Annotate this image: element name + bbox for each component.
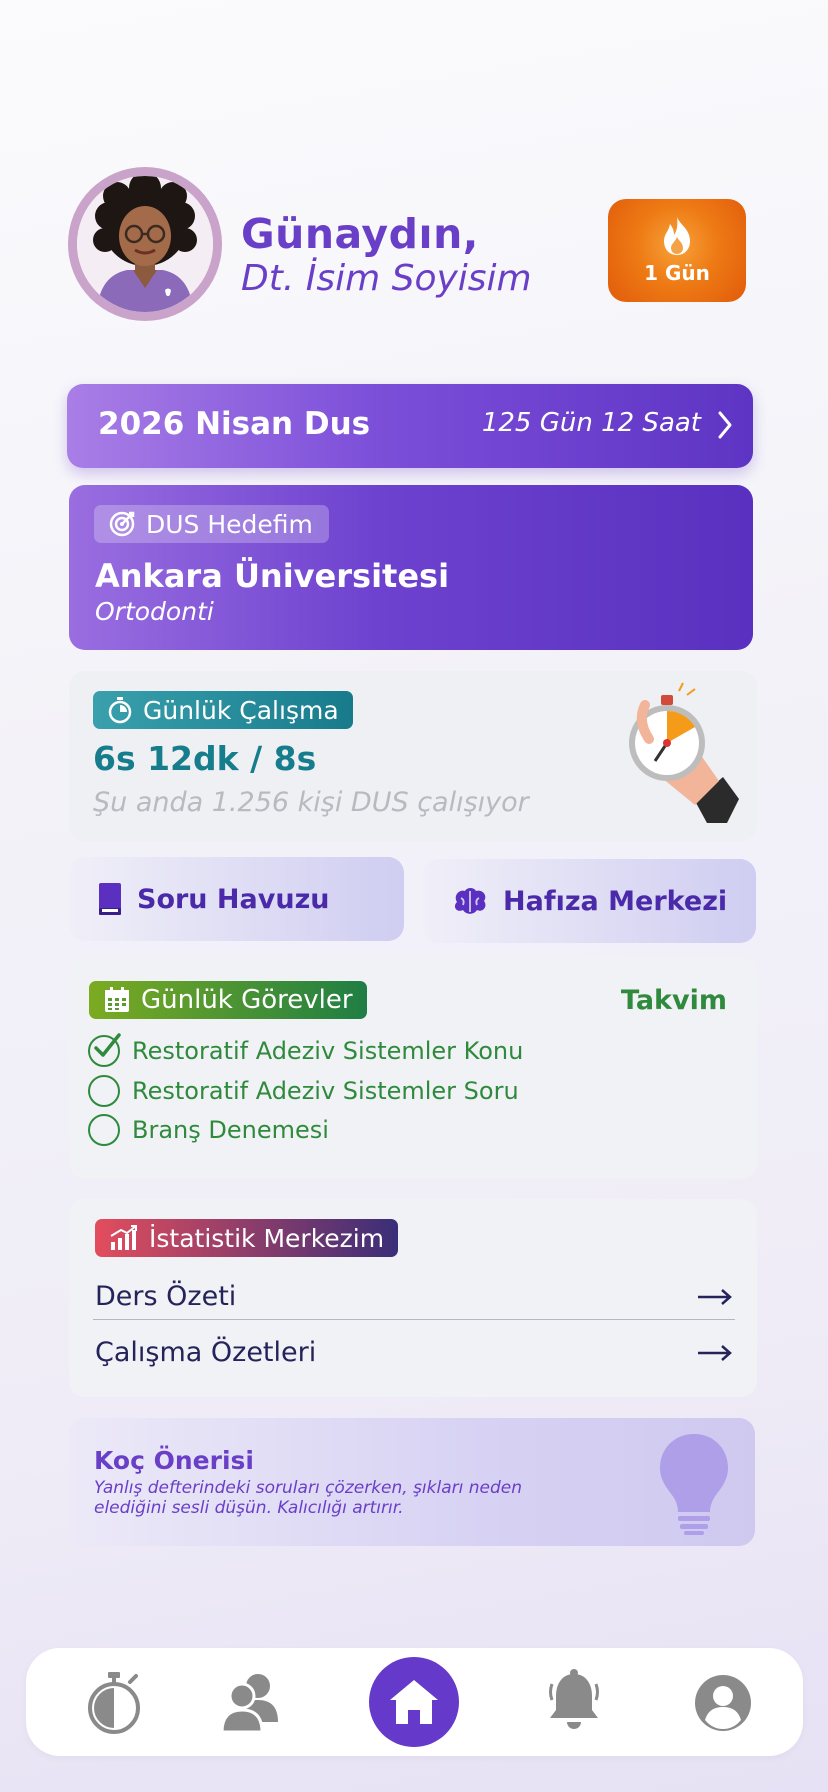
stats-pill: İstatistik Merkezim	[95, 1219, 399, 1257]
daily-tasks-card: Günlük Görevler Takvim Restoratif Adeziv…	[69, 957, 757, 1179]
checked-icon[interactable]	[88, 1033, 121, 1067]
brain-icon	[454, 888, 486, 914]
exam-countdown: 125 Gün 12 Saat	[481, 408, 701, 438]
target-icon	[109, 511, 135, 537]
coach-text: Yanlış defterindeki soruları çözerken, ş…	[94, 1478, 523, 1518]
lightbulb-icon	[660, 1434, 728, 1535]
task-label: Branş Denemesi	[132, 1116, 329, 1144]
timer-icon	[108, 697, 132, 724]
chart-icon	[110, 1225, 137, 1250]
target-university: Ankara Üniversitesi	[95, 557, 450, 595]
stats-row-study-summaries[interactable]: Çalışma Özetleri	[95, 1337, 733, 1368]
unchecked-icon[interactable]	[88, 1075, 120, 1107]
chevron-right-icon	[718, 411, 732, 439]
target-department: Ortodonti	[95, 597, 214, 626]
streak-badge[interactable]: 1 Gün	[608, 199, 746, 302]
avatar[interactable]	[68, 167, 222, 321]
task-item[interactable]: Restoratif Adeziv Sistemler Soru	[88, 1075, 519, 1107]
study-time: 6s 12dk / 8s	[93, 739, 317, 778]
book-icon	[99, 883, 121, 915]
users-icon	[220, 1674, 278, 1734]
task-label: Restoratif Adeziv Sistemler Konu	[132, 1037, 524, 1065]
exam-title: 2026 Nisan Dus	[98, 406, 371, 442]
daily-tasks-pill: Günlük Görevler	[89, 981, 367, 1019]
daily-study-pill: Günlük Çalışma	[93, 691, 353, 729]
bottom-nav	[26, 1648, 803, 1756]
flame-icon	[664, 217, 690, 255]
calendar-icon	[105, 987, 129, 1012]
arrow-right-icon	[698, 1344, 732, 1361]
task-item[interactable]: Branş Denemesi	[88, 1114, 329, 1146]
target-pill: DUS Hedefim	[94, 505, 329, 543]
greeting: Günaydın,	[241, 210, 479, 258]
target-pill-label: DUS Hedefim	[146, 509, 313, 539]
arrow-right-icon	[698, 1288, 732, 1305]
stats-card: İstatistik Merkezim Ders Özeti Çalışma Ö…	[69, 1199, 757, 1397]
avatar-illustration-icon	[77, 176, 213, 312]
target-card[interactable]: DUS Hedefim Ankara Üniversitesi Ortodont…	[69, 485, 753, 650]
streak-label: 1 Gün	[644, 261, 710, 285]
calendar-link[interactable]: Takvim	[621, 985, 727, 1016]
daily-tasks-pill-label: Günlük Görevler	[141, 985, 353, 1015]
nav-users[interactable]	[220, 1672, 280, 1738]
question-pool-label: Soru Havuzu	[137, 883, 330, 915]
memory-center-button[interactable]: Hafıza Merkezi	[423, 859, 756, 943]
divider	[93, 1319, 735, 1320]
coach-title: Koç Önerisi	[94, 1446, 254, 1475]
coach-tip-card: Koç Önerisi Yanlış defterindeki soruları…	[69, 1418, 755, 1546]
user-name: Dt. İsim Soyisim	[241, 258, 532, 299]
now-studying-count: Şu anda 1.256 kişi DUS çalışıyor	[93, 787, 529, 818]
stats-row-label: Ders Özeti	[95, 1281, 237, 1312]
stats-row-label: Çalışma Özetleri	[95, 1337, 317, 1368]
daily-study-card[interactable]: Günlük Çalışma 6s 12dk / 8s Şu anda 1.25…	[69, 671, 757, 841]
stats-pill-label: İstatistik Merkezim	[149, 1223, 385, 1253]
exam-countdown-banner[interactable]: 2026 Nisan Dus 125 Gün 12 Saat	[67, 384, 753, 468]
nav-notifications[interactable]	[546, 1668, 602, 1738]
stats-row-lesson-summary[interactable]: Ders Özeti	[95, 1281, 733, 1312]
profile-icon	[695, 1675, 751, 1731]
stopwatch-hand-icon	[629, 682, 739, 823]
stopwatch-icon	[88, 1672, 140, 1734]
nav-profile[interactable]	[694, 1674, 752, 1736]
nav-stopwatch[interactable]	[86, 1670, 142, 1738]
task-label: Restoratif Adeziv Sistemler Soru	[132, 1077, 519, 1105]
task-item[interactable]: Restoratif Adeziv Sistemler Konu	[88, 1033, 524, 1067]
home-icon	[390, 1680, 438, 1724]
memory-center-label: Hafıza Merkezi	[503, 885, 728, 917]
question-pool-button[interactable]: Soru Havuzu	[69, 857, 404, 941]
nav-home[interactable]	[369, 1657, 459, 1747]
unchecked-icon[interactable]	[88, 1114, 120, 1146]
bell-icon	[549, 1669, 599, 1729]
daily-study-pill-label: Günlük Çalışma	[143, 695, 339, 725]
